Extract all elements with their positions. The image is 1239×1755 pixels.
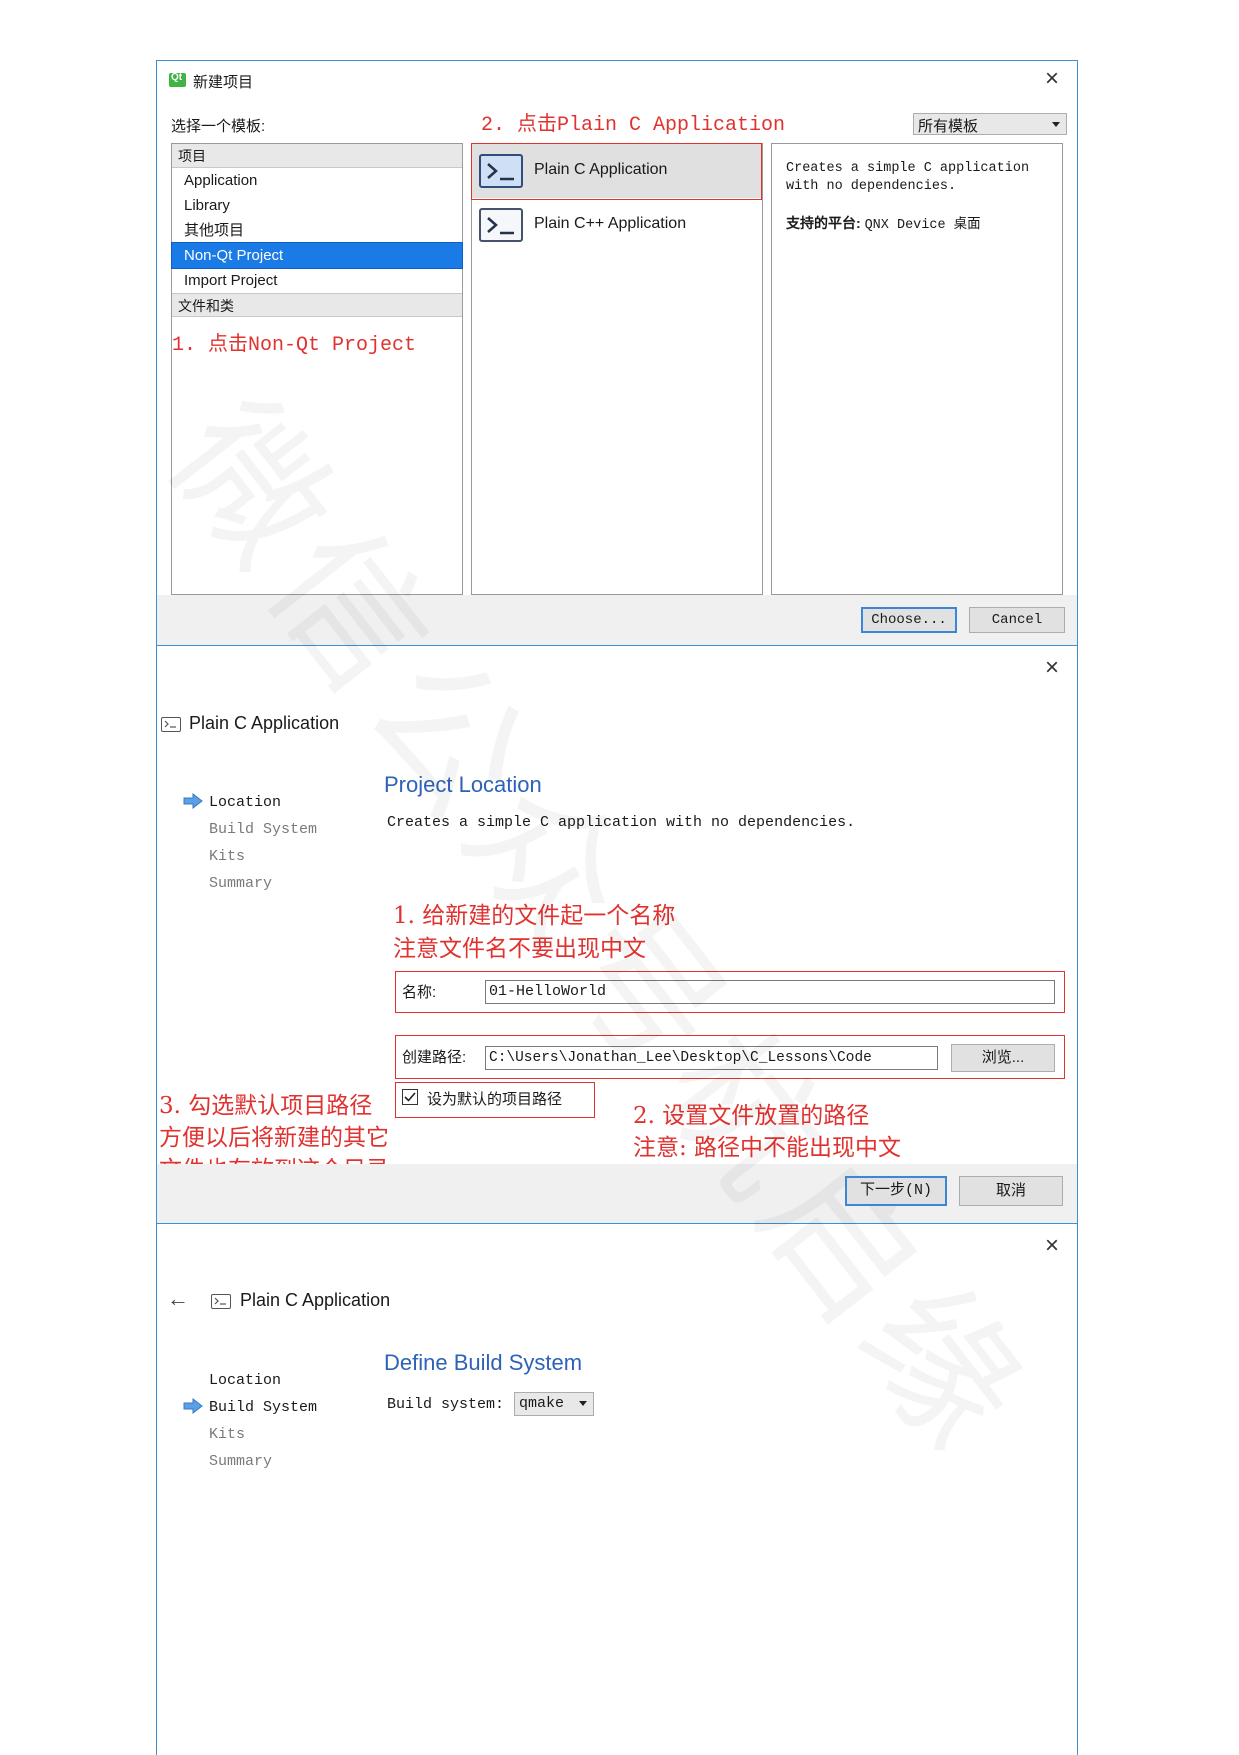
build-system-dropdown[interactable]: qmake	[514, 1392, 594, 1416]
template-filter-value: 所有模板	[918, 118, 979, 135]
category-item-import-project[interactable]: Import Project	[172, 268, 462, 293]
back-arrow-icon[interactable]: ←	[167, 1286, 189, 1312]
step-location: Location	[209, 1372, 282, 1389]
close-icon[interactable]: ×	[1045, 67, 1059, 91]
step-summary: Summary	[209, 875, 273, 892]
chevron-down-icon	[1052, 122, 1060, 127]
terminal-icon	[479, 208, 523, 242]
choose-template-label: 选择一个模板:	[171, 118, 266, 135]
step-kits: Kits	[209, 848, 246, 865]
template-item-plain-cpp[interactable]: Plain C++ Application	[472, 198, 762, 252]
step-build-system: Build System	[209, 1399, 318, 1416]
template-list: Plain C Application Plain C++ Applicatio…	[471, 143, 763, 595]
step-summary: Summary	[209, 1453, 273, 1470]
platforms-label: 支持的平台:	[786, 215, 861, 231]
step-build-system: Build System	[209, 821, 318, 838]
name-label: 名称:	[402, 984, 437, 1001]
template-label: Plain C++ Application	[534, 215, 687, 232]
annotation-box-plain-c	[471, 143, 762, 200]
default-path-checkbox[interactable]	[402, 1089, 418, 1105]
template-filter-dropdown[interactable]: 所有模板	[913, 113, 1067, 135]
step-kits: Kits	[209, 1426, 246, 1443]
category-item-non-qt-project[interactable]: Non-Qt Project	[171, 242, 463, 269]
cancel-button[interactable]: Cancel	[969, 607, 1065, 633]
checkmark-icon	[404, 1092, 416, 1102]
close-icon[interactable]: ×	[1045, 656, 1059, 680]
chevron-down-icon	[579, 1401, 587, 1406]
platforms-value: QNX Device 桌面	[864, 218, 981, 233]
build-system-label: Build system:	[387, 1396, 505, 1413]
category-item-library[interactable]: Library	[172, 193, 462, 218]
current-step-arrow-icon	[183, 793, 203, 809]
terminal-icon	[211, 1294, 231, 1309]
category-header-files: 文件和类	[172, 293, 462, 317]
terminal-icon	[161, 717, 181, 732]
browse-button[interactable]: 浏览...	[951, 1044, 1055, 1072]
next-button[interactable]: 下一步(N)	[845, 1176, 947, 1206]
category-header-project: 项目	[172, 144, 462, 168]
current-step-arrow-icon	[183, 1398, 203, 1414]
qt-creator-app-icon: Qt	[169, 72, 186, 87]
close-icon[interactable]: ×	[1045, 1234, 1059, 1258]
default-path-label[interactable]: 设为默认的项目路径	[427, 1088, 562, 1109]
wizard-title: Plain C Application	[240, 1290, 391, 1310]
choose-button[interactable]: Choose...	[861, 607, 957, 633]
annotation-check-line1: 3. 勾选默认项目路径	[159, 1093, 373, 1119]
supported-platforms: 支持的平台: QNX Device 桌面	[786, 212, 981, 233]
dialog-title: 新建项目	[193, 74, 254, 91]
step-location: Location	[209, 794, 282, 811]
cancel-button[interactable]: 取消	[959, 1176, 1063, 1206]
template-description: Creates a simple C application with no d…	[786, 161, 1030, 194]
annotation-click-non-qt: 1. 点击Non-Qt Project	[172, 334, 417, 357]
annotation-click-plain-c: 2. 点击Plain C Application	[481, 114, 786, 137]
page-title: Define Build System	[384, 1350, 583, 1375]
path-label: 创建路径:	[402, 1049, 467, 1066]
build-system-value: qmake	[519, 1395, 565, 1412]
template-description-pane: Creates a simple C application with no d…	[771, 143, 1063, 595]
category-item-other-projects[interactable]: 其他项目	[172, 218, 462, 243]
annotation-check-line2: 方便以后将新建的其它	[159, 1125, 389, 1151]
category-item-application[interactable]: Application	[172, 168, 462, 193]
